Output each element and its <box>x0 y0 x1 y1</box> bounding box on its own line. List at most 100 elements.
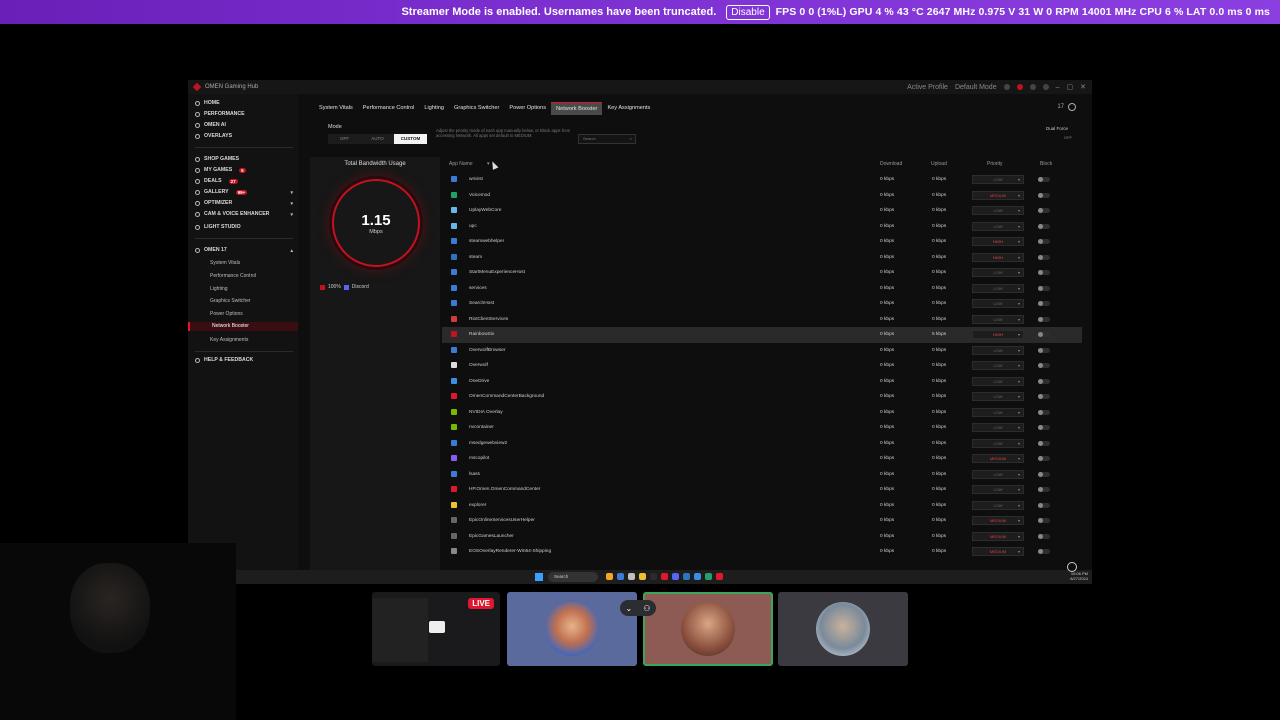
block-toggle[interactable] <box>1038 394 1050 399</box>
chevron-down-icon[interactable]: ▾ <box>290 212 293 218</box>
priority-dropdown[interactable]: LOW <box>972 268 1024 277</box>
table-row[interactable]: UplayWebCore 0 kbps 0 kbps LOW ▾ <box>442 203 1082 219</box>
table-row[interactable]: nvcontainer 0 kbps 0 kbps LOW ▾ <box>442 420 1082 436</box>
header-app-name[interactable]: App Name <box>449 161 473 167</box>
block-toggle[interactable] <box>1038 363 1050 368</box>
sidebar-item-gallery[interactable]: GALLERY 99+ <box>195 189 248 195</box>
zoom-icon[interactable] <box>1067 562 1077 572</box>
priority-dropdown[interactable]: LOW <box>972 299 1024 308</box>
table-row[interactable]: lsass 0 kbps 0 kbps LOW ▾ <box>442 467 1082 483</box>
notification-icon[interactable] <box>1016 84 1023 90</box>
block-toggle[interactable] <box>1038 192 1050 198</box>
tab-lighting[interactable]: Lighting <box>419 102 449 115</box>
chevron-down-icon[interactable]: ▾ <box>290 190 293 196</box>
block-toggle[interactable] <box>1038 347 1050 353</box>
sidebar-device[interactable]: OMEN 17 <box>195 247 227 253</box>
block-toggle[interactable] <box>1038 332 1050 337</box>
sidebar-item-omen-ai[interactable]: OMEN AI <box>195 122 226 128</box>
mode-off-button[interactable]: OFF <box>328 134 361 144</box>
sidebar-sub-key-assignments[interactable]: Key Assignments <box>210 337 248 343</box>
block-toggle[interactable] <box>1038 549 1050 554</box>
sidebar-sub-lighting[interactable]: Lighting <box>210 286 228 292</box>
mode-custom-button[interactable]: CUSTOM <box>394 134 427 144</box>
priority-dropdown[interactable]: LOW <box>972 469 1024 479</box>
close-icon[interactable]: ✕ <box>1080 83 1086 91</box>
screen-share-tile[interactable]: LIVE <box>372 592 500 666</box>
block-toggle[interactable] <box>1038 316 1050 322</box>
discord-icon[interactable] <box>672 573 679 580</box>
priority-dropdown[interactable]: LOW <box>972 206 1024 215</box>
block-toggle[interactable] <box>1038 471 1050 477</box>
block-toggle[interactable] <box>1038 270 1050 275</box>
taskbar-clock[interactable]: 10:06 PM 8/27/2024 <box>1070 571 1088 581</box>
priority-dropdown[interactable]: MEDIUM <box>972 547 1024 556</box>
table-row[interactable]: OneDrive 0 kbps 0 kbps LOW ▾ <box>442 374 1082 390</box>
chevron-down-icon[interactable]: ⌄ <box>626 604 633 613</box>
app-icon[interactable] <box>628 573 635 580</box>
table-row[interactable]: mscopilot 0 kbps 0 kbps MEDIUM ▾ <box>442 451 1082 467</box>
block-toggle[interactable] <box>1038 533 1050 539</box>
folder-icon[interactable] <box>639 573 646 580</box>
priority-dropdown[interactable]: LOW <box>972 438 1024 448</box>
sidebar-item-help[interactable]: HELP & FEEDBACK <box>195 357 253 363</box>
mode-auto-button[interactable]: AUTO <box>361 134 394 144</box>
block-toggle[interactable] <box>1038 502 1050 508</box>
sidebar-item-shop-games[interactable]: SHOP GAMES <box>195 156 239 162</box>
disable-streamer-mode-button[interactable]: Disable <box>726 4 770 20</box>
chevron-down-icon[interactable]: ▾ <box>290 201 293 207</box>
priority-dropdown[interactable]: LOW <box>972 485 1024 494</box>
priority-dropdown[interactable]: HIGH <box>972 330 1024 339</box>
table-row[interactable]: upc 0 kbps 0 kbps LOW ▾ <box>442 219 1082 235</box>
block-toggle[interactable] <box>1038 254 1050 260</box>
block-toggle[interactable] <box>1038 487 1050 492</box>
chevron-up-icon[interactable]: ▴ <box>290 248 293 254</box>
minimize-icon[interactable]: – <box>1056 84 1060 91</box>
sidebar-item-light-studio[interactable]: LIGHT STUDIO <box>195 224 241 230</box>
omen-icon[interactable] <box>661 573 668 580</box>
block-toggle[interactable] <box>1038 223 1050 229</box>
sidebar-item-cam-voice[interactable]: CAM & VOICE ENHANCER <box>195 211 269 217</box>
priority-dropdown[interactable]: HIGH <box>972 252 1024 262</box>
account-icon[interactable] <box>1042 84 1049 90</box>
sidebar-sub-graphics-switcher[interactable]: Graphics Switcher <box>210 298 251 304</box>
block-toggle[interactable] <box>1038 208 1050 213</box>
table-row[interactable]: OmenCommandCenterBackground 0 kbps 0 kbps L… <box>442 389 1082 405</box>
app-icon[interactable] <box>617 573 624 580</box>
table-row[interactable]: EOSOverlayRenderer-Win64-Shipping 0 kbps 0… <box>442 544 1082 560</box>
table-row[interactable]: EpicOnlineServicesUserHelper 0 kbps 0 kbps… <box>442 513 1082 529</box>
priority-dropdown[interactable]: MEDIUM <box>972 454 1024 463</box>
priority-dropdown[interactable]: MEDIUM <box>972 516 1024 525</box>
header-upload[interactable]: Upload <box>931 161 947 167</box>
sidebar-sub-power-options[interactable]: Power Options <box>210 311 243 317</box>
xbox-icon[interactable] <box>705 573 712 580</box>
block-toggle[interactable] <box>1038 301 1050 306</box>
block-toggle[interactable] <box>1038 378 1050 384</box>
priority-dropdown[interactable]: LOW <box>972 314 1024 324</box>
sidebar-item-home[interactable]: HOME <box>195 100 220 106</box>
table-row[interactable]: steam 0 kbps 0 kbps HIGH ▾ <box>442 250 1082 266</box>
sidebar-sub-performance-control[interactable]: Performance Control <box>210 273 256 279</box>
table-row[interactable]: Overwolf 0 kbps 0 kbps LOW ▾ <box>442 358 1082 374</box>
priority-dropdown[interactable]: LOW <box>972 376 1024 386</box>
app-icon[interactable] <box>606 573 613 580</box>
table-row[interactable]: RiotClientServices 0 kbps 0 kbps LOW ▾ <box>442 312 1082 328</box>
table-row[interactable]: HP.Omen.OmenCommandCenter 0 kbps 0 kbps LOW… <box>442 482 1082 498</box>
block-toggle[interactable] <box>1038 440 1050 446</box>
table-row[interactable]: SearchHost 0 kbps 0 kbps LOW ▾ <box>442 296 1082 312</box>
sidebar-sub-system-vitals[interactable]: System Vitals <box>210 260 240 266</box>
block-toggle[interactable] <box>1038 239 1050 244</box>
priority-dropdown[interactable]: LOW <box>972 392 1024 401</box>
start-icon[interactable] <box>535 573 543 581</box>
gear-icon[interactable] <box>1068 103 1076 111</box>
priority-dropdown[interactable]: MEDIUM <box>972 190 1024 200</box>
priority-dropdown[interactable]: LOW <box>972 175 1024 184</box>
header-download[interactable]: Download <box>880 161 902 167</box>
tab-key-assignments[interactable]: Key Assignments <box>602 102 655 115</box>
sidebar-sub-network-booster[interactable]: Network Booster <box>188 322 298 331</box>
participant-tile[interactable] <box>778 592 908 666</box>
block-toggle[interactable] <box>1038 456 1050 461</box>
table-row[interactable]: steamwebhelper 0 kbps 0 kbps HIGH ▾ <box>442 234 1082 250</box>
settings-icon[interactable] <box>1029 84 1036 90</box>
table-row[interactable]: msedgewebview2 0 kbps 0 kbps LOW ▾ <box>442 436 1082 452</box>
priority-dropdown[interactable]: LOW <box>972 500 1024 510</box>
